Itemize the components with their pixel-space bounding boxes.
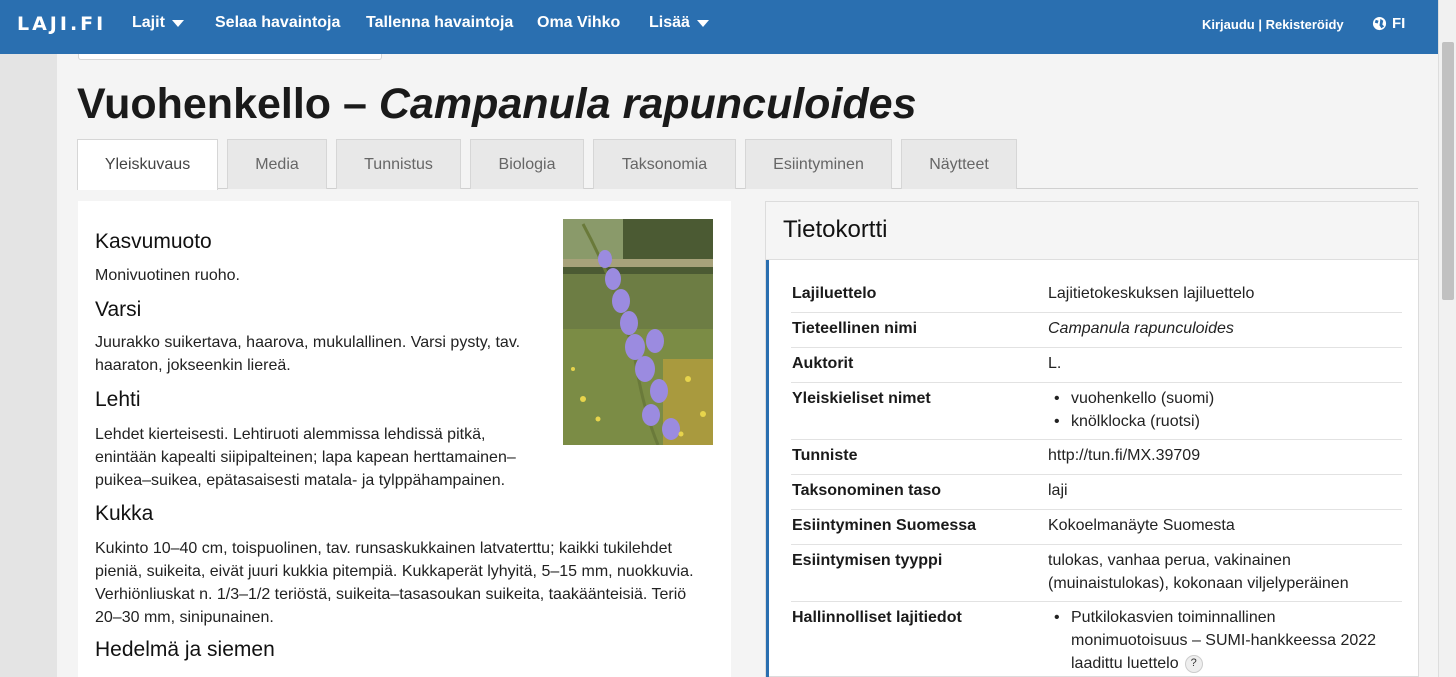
info-card: Tietokortti Lajiluettelo Lajitietokeskuk…: [765, 201, 1419, 677]
tab-naytteet[interactable]: Näytteet: [901, 139, 1017, 189]
section-text-kukka-2: pieniä, suikeita, eivät juuri kukkia pit…: [95, 563, 694, 580]
list-item: Putkilokasvien toiminnallinen monimuotoi…: [1048, 606, 1376, 675]
common-names-list: vuohenkello (suomi) knölklocka (ruotsi): [1048, 387, 1214, 433]
tab-tunnistus[interactable]: Tunnistus: [336, 139, 461, 189]
common-name: Vuohenkello –: [77, 80, 379, 128]
info-label: Esiintymisen tyyppi: [792, 552, 943, 569]
globe-icon: [1372, 16, 1387, 31]
info-row: Esiintyminen Suomessa Kokoelmanäyte Suom…: [791, 509, 1402, 544]
info-value-line: (muinaistulokas), kokonaan viljelyperäin…: [1048, 575, 1349, 592]
language-label: FI: [1392, 15, 1406, 32]
nav-selaa-label: Selaa havaintoja: [215, 14, 341, 31]
admin-info-line: monimuotoisuus – SUMI-hankkeessa 2022: [1071, 632, 1377, 649]
tab-yleiskuvaus[interactable]: Yleiskuvaus: [77, 139, 218, 190]
info-card-header: Tietokortti: [766, 202, 1418, 260]
info-row: Auktorit L.: [791, 347, 1402, 382]
nav-tallenna-havaintoja[interactable]: Tallenna havaintoja: [366, 14, 513, 32]
site-logo[interactable]: LAJI.FI: [17, 13, 106, 35]
nav-lajit-label: Lajit: [132, 14, 165, 31]
info-row: Hallinnolliset lajitiedot Putkilokasvien…: [791, 601, 1402, 677]
page-scrollbar[interactable]: [1438, 0, 1456, 677]
chevron-down-icon: [171, 19, 184, 27]
admin-info-list: Putkilokasvien toiminnallinen monimuotoi…: [1048, 606, 1376, 675]
section-heading-kasvumuoto: Kasvumuoto: [95, 230, 212, 253]
info-label: Auktorit: [792, 355, 854, 372]
list-item: vuohenkello (suomi): [1048, 387, 1214, 410]
help-icon[interactable]: ?: [1184, 654, 1203, 673]
nav-oma-vihko-label: Oma Vihko: [537, 14, 621, 31]
species-photo[interactable]: [563, 219, 713, 445]
section-text-kukka-1: Kukinto 10–40 cm, toispuolinen, tav. run…: [95, 540, 672, 557]
info-label: Lajiluettelo: [792, 285, 877, 302]
info-label: Tunniste: [792, 447, 858, 464]
section-text-lehti-3: puikea–suikea, epätasaisesti matala- ja …: [95, 472, 506, 489]
section-text-kukka-4: 20–30 mm, sinipunainen.: [95, 609, 274, 626]
admin-info-text: laadittu luettelo: [1071, 655, 1179, 672]
tab-taksonomia[interactable]: Taksonomia: [593, 139, 736, 189]
list-item: knölklocka (ruotsi): [1048, 410, 1214, 433]
nav-lisaa[interactable]: Lisää: [649, 14, 709, 32]
nav-lisaa-label: Lisää: [649, 14, 690, 31]
scrollbar-thumb[interactable]: [1442, 42, 1454, 300]
info-row: Tieteellinen nimi Campanula rapunculoide…: [791, 312, 1402, 347]
chevron-down-icon: [696, 19, 709, 27]
info-label: Tieteellinen nimi: [792, 320, 918, 337]
page-title: Vuohenkello – Campanula rapunculoides: [77, 80, 916, 129]
top-navbar: LAJI.FI Lajit Selaa havaintoja Tallenna …: [0, 0, 1438, 54]
info-value: Campanula rapunculoides: [1048, 320, 1234, 337]
info-value[interactable]: Lajitietokeskuksen lajiluettelo: [1048, 282, 1254, 305]
section-text-varsi-1: Juurakko suikertava, haarova, mukulallin…: [95, 334, 521, 351]
admin-info-line: laadittu luettelo?: [1071, 652, 1376, 675]
info-card-title: Tietokortti: [783, 216, 888, 243]
info-label: Esiintyminen Suomessa: [792, 517, 977, 534]
species-tabs: Yleiskuvaus Media Tunnistus Biologia Tak…: [77, 139, 1418, 190]
section-heading-kukka: Kukka: [95, 502, 154, 525]
nav-oma-vihko[interactable]: Oma Vihko: [537, 14, 620, 32]
info-card-accent: [766, 260, 769, 677]
nav-selaa-havaintoja[interactable]: Selaa havaintoja: [215, 14, 340, 32]
info-row: Esiintymisen tyyppi tulokas, vanhaa peru…: [791, 544, 1402, 601]
info-row: Tunniste http://tun.fi/MX.39709: [791, 439, 1402, 474]
admin-info-line: Putkilokasvien toiminnallinen: [1071, 609, 1276, 626]
section-heading-lehti: Lehti: [95, 388, 141, 411]
info-value-line: tulokas, vanhaa perua, vakinainen: [1048, 552, 1291, 569]
section-text-kasvumuoto: Monivuotinen ruoho.: [95, 267, 240, 284]
tab-media[interactable]: Media: [227, 139, 327, 189]
info-label: Yleiskieliset nimet: [792, 390, 931, 407]
scientific-name: Campanula rapunculoides: [378, 80, 917, 128]
info-value: laji: [1048, 482, 1068, 499]
info-label: Taksonominen taso: [792, 482, 942, 499]
language-selector[interactable]: FI: [1372, 15, 1405, 32]
info-value: L.: [1048, 355, 1062, 372]
section-text-lehti-2: enintään kapealti siipipalteinen; lapa k…: [95, 449, 516, 466]
section-text-varsi-2: haaraton, jokseenkin liereä.: [95, 357, 291, 374]
section-heading-varsi: Varsi: [95, 298, 142, 321]
info-value: tulokas, vanhaa perua, vakinainen (muina…: [1048, 549, 1349, 595]
nav-lajit[interactable]: Lajit: [132, 14, 184, 32]
section-text-lehti-1: Lehdet kierteisesti. Lehtiruoti alemmiss…: [95, 426, 486, 443]
identifier-link[interactable]: http://tun.fi/MX.39709: [1048, 444, 1200, 467]
section-heading-hedelma: Hedelmä ja siemen: [95, 638, 275, 661]
tab-esiintyminen[interactable]: Esiintyminen: [745, 139, 892, 189]
info-row: Yleiskieliset nimet vuohenkello (suomi) …: [791, 382, 1402, 439]
info-value: Kokoelmanäyte Suomesta: [1048, 517, 1235, 534]
info-row: Taksonominen taso laji: [791, 474, 1402, 509]
login-register-link[interactable]: Kirjaudu | Rekisteröidy: [1202, 17, 1344, 32]
bellflower-image: [563, 219, 713, 445]
info-row: Lajiluettelo Lajitietokeskuksen lajiluet…: [791, 276, 1402, 312]
section-text-kukka-3: Verhiönliuskat n. 1/3–1/2 teriöstä, suik…: [95, 586, 687, 603]
tab-biologia[interactable]: Biologia: [470, 139, 584, 189]
nav-tallenna-label: Tallenna havaintoja: [366, 14, 514, 31]
info-label: Hallinnolliset lajitiedot: [792, 609, 962, 626]
